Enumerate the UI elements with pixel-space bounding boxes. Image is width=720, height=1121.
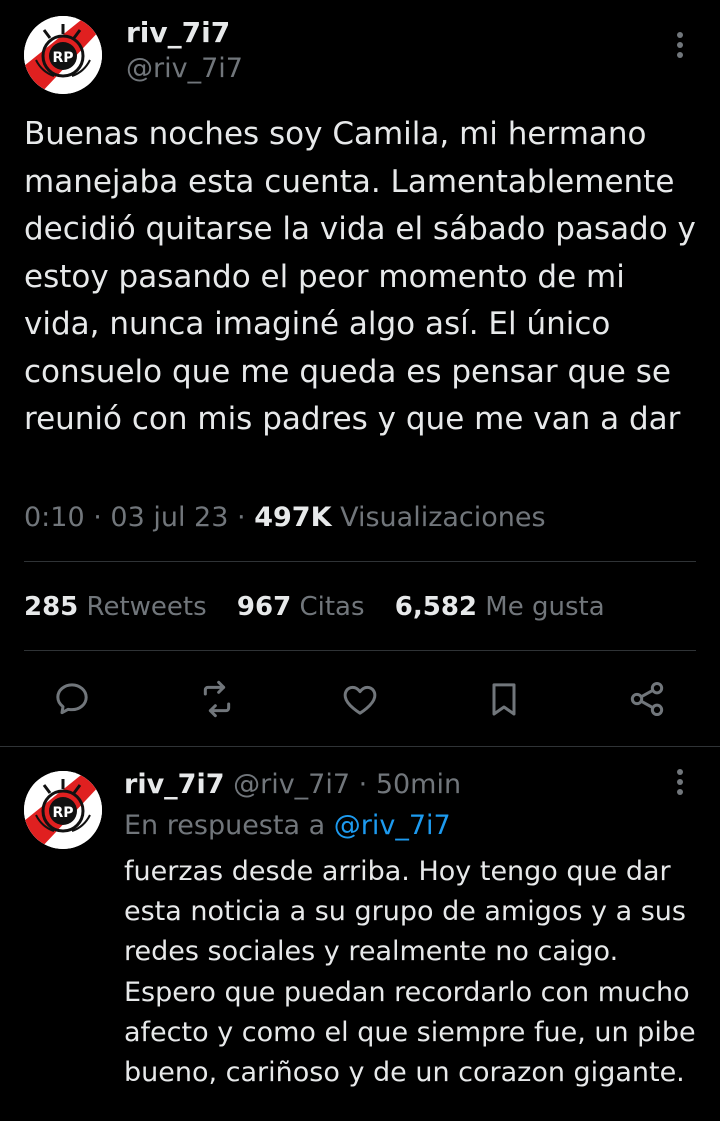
retweets-label: Retweets: [86, 592, 207, 622]
author-avatar[interactable]: RP: [24, 16, 102, 94]
like-icon: [343, 685, 377, 715]
tweet-date[interactable]: 03 jul 23: [110, 502, 228, 533]
reply-author-name[interactable]: riv_7i7: [124, 769, 225, 800]
tweet-stats: 285 Retweets 967 Citas 6,582 Me gusta: [24, 590, 627, 624]
svg-text:RP: RP: [52, 805, 73, 821]
likes-count: 6,582: [394, 592, 478, 622]
in-reply-to: En respuesta a @riv_7i7: [124, 809, 451, 843]
retweets-stat[interactable]: 285 Retweets: [24, 592, 207, 622]
retweets-count: 285: [24, 592, 79, 622]
views-label: Visualizaciones: [340, 502, 546, 533]
bookmark-icon: [492, 683, 516, 716]
reply-time[interactable]: 50min: [376, 769, 461, 800]
views-count[interactable]: 497K: [254, 502, 331, 533]
author-handle[interactable]: @riv_7i7: [126, 52, 243, 86]
tweet-meta: 0:10 · 03 jul 23 · 497K Visualizaciones: [24, 501, 546, 535]
divider: [24, 561, 696, 562]
meta-separator: ·: [93, 502, 102, 533]
likes-label: Me gusta: [485, 592, 605, 622]
in-reply-to-handle[interactable]: @riv_7i7: [334, 810, 451, 841]
reply-more-options-button[interactable]: [665, 762, 695, 802]
more-vertical-icon: [677, 769, 683, 795]
tweet-time[interactable]: 0:10: [24, 502, 85, 533]
in-reply-to-label: En respuesta a: [124, 810, 326, 841]
tweet-text: Buenas noches soy Camila, mi hermano man…: [24, 116, 696, 437]
meta-separator: ·: [358, 769, 368, 800]
reply-header: riv_7i7 @riv_7i7 · 50min: [124, 768, 461, 802]
quotes-count: 967: [236, 592, 292, 622]
retweet-icon: [203, 680, 231, 718]
retweet-button[interactable]: [189, 671, 245, 727]
section-divider: [0, 746, 720, 747]
share-button[interactable]: [619, 671, 675, 727]
river-plate-logo-icon: RP: [24, 16, 102, 94]
reply-author-avatar[interactable]: RP: [24, 771, 102, 849]
bookmark-button[interactable]: [476, 671, 532, 727]
meta-separator: ·: [237, 502, 246, 533]
reply-button[interactable]: [44, 671, 100, 727]
quotes-stat[interactable]: 967 Citas: [237, 592, 365, 622]
reply-icon: [56, 683, 88, 715]
river-plate-logo-icon: RP: [24, 771, 102, 849]
more-options-button[interactable]: [665, 25, 695, 65]
likes-stat[interactable]: 6,582 Me gusta: [395, 592, 605, 622]
reply-author-handle[interactable]: @riv_7i7: [233, 769, 350, 800]
share-icon: [630, 682, 664, 716]
svg-text:RP: RP: [52, 50, 73, 66]
divider: [24, 650, 696, 651]
reply-text: fuerzas desde arriba. Hoy tengo que dar …: [124, 856, 696, 1089]
like-button[interactable]: [332, 671, 388, 727]
more-vertical-icon: [677, 32, 683, 58]
author-name[interactable]: riv_7i7: [126, 16, 230, 50]
quotes-label: Citas: [299, 592, 365, 622]
